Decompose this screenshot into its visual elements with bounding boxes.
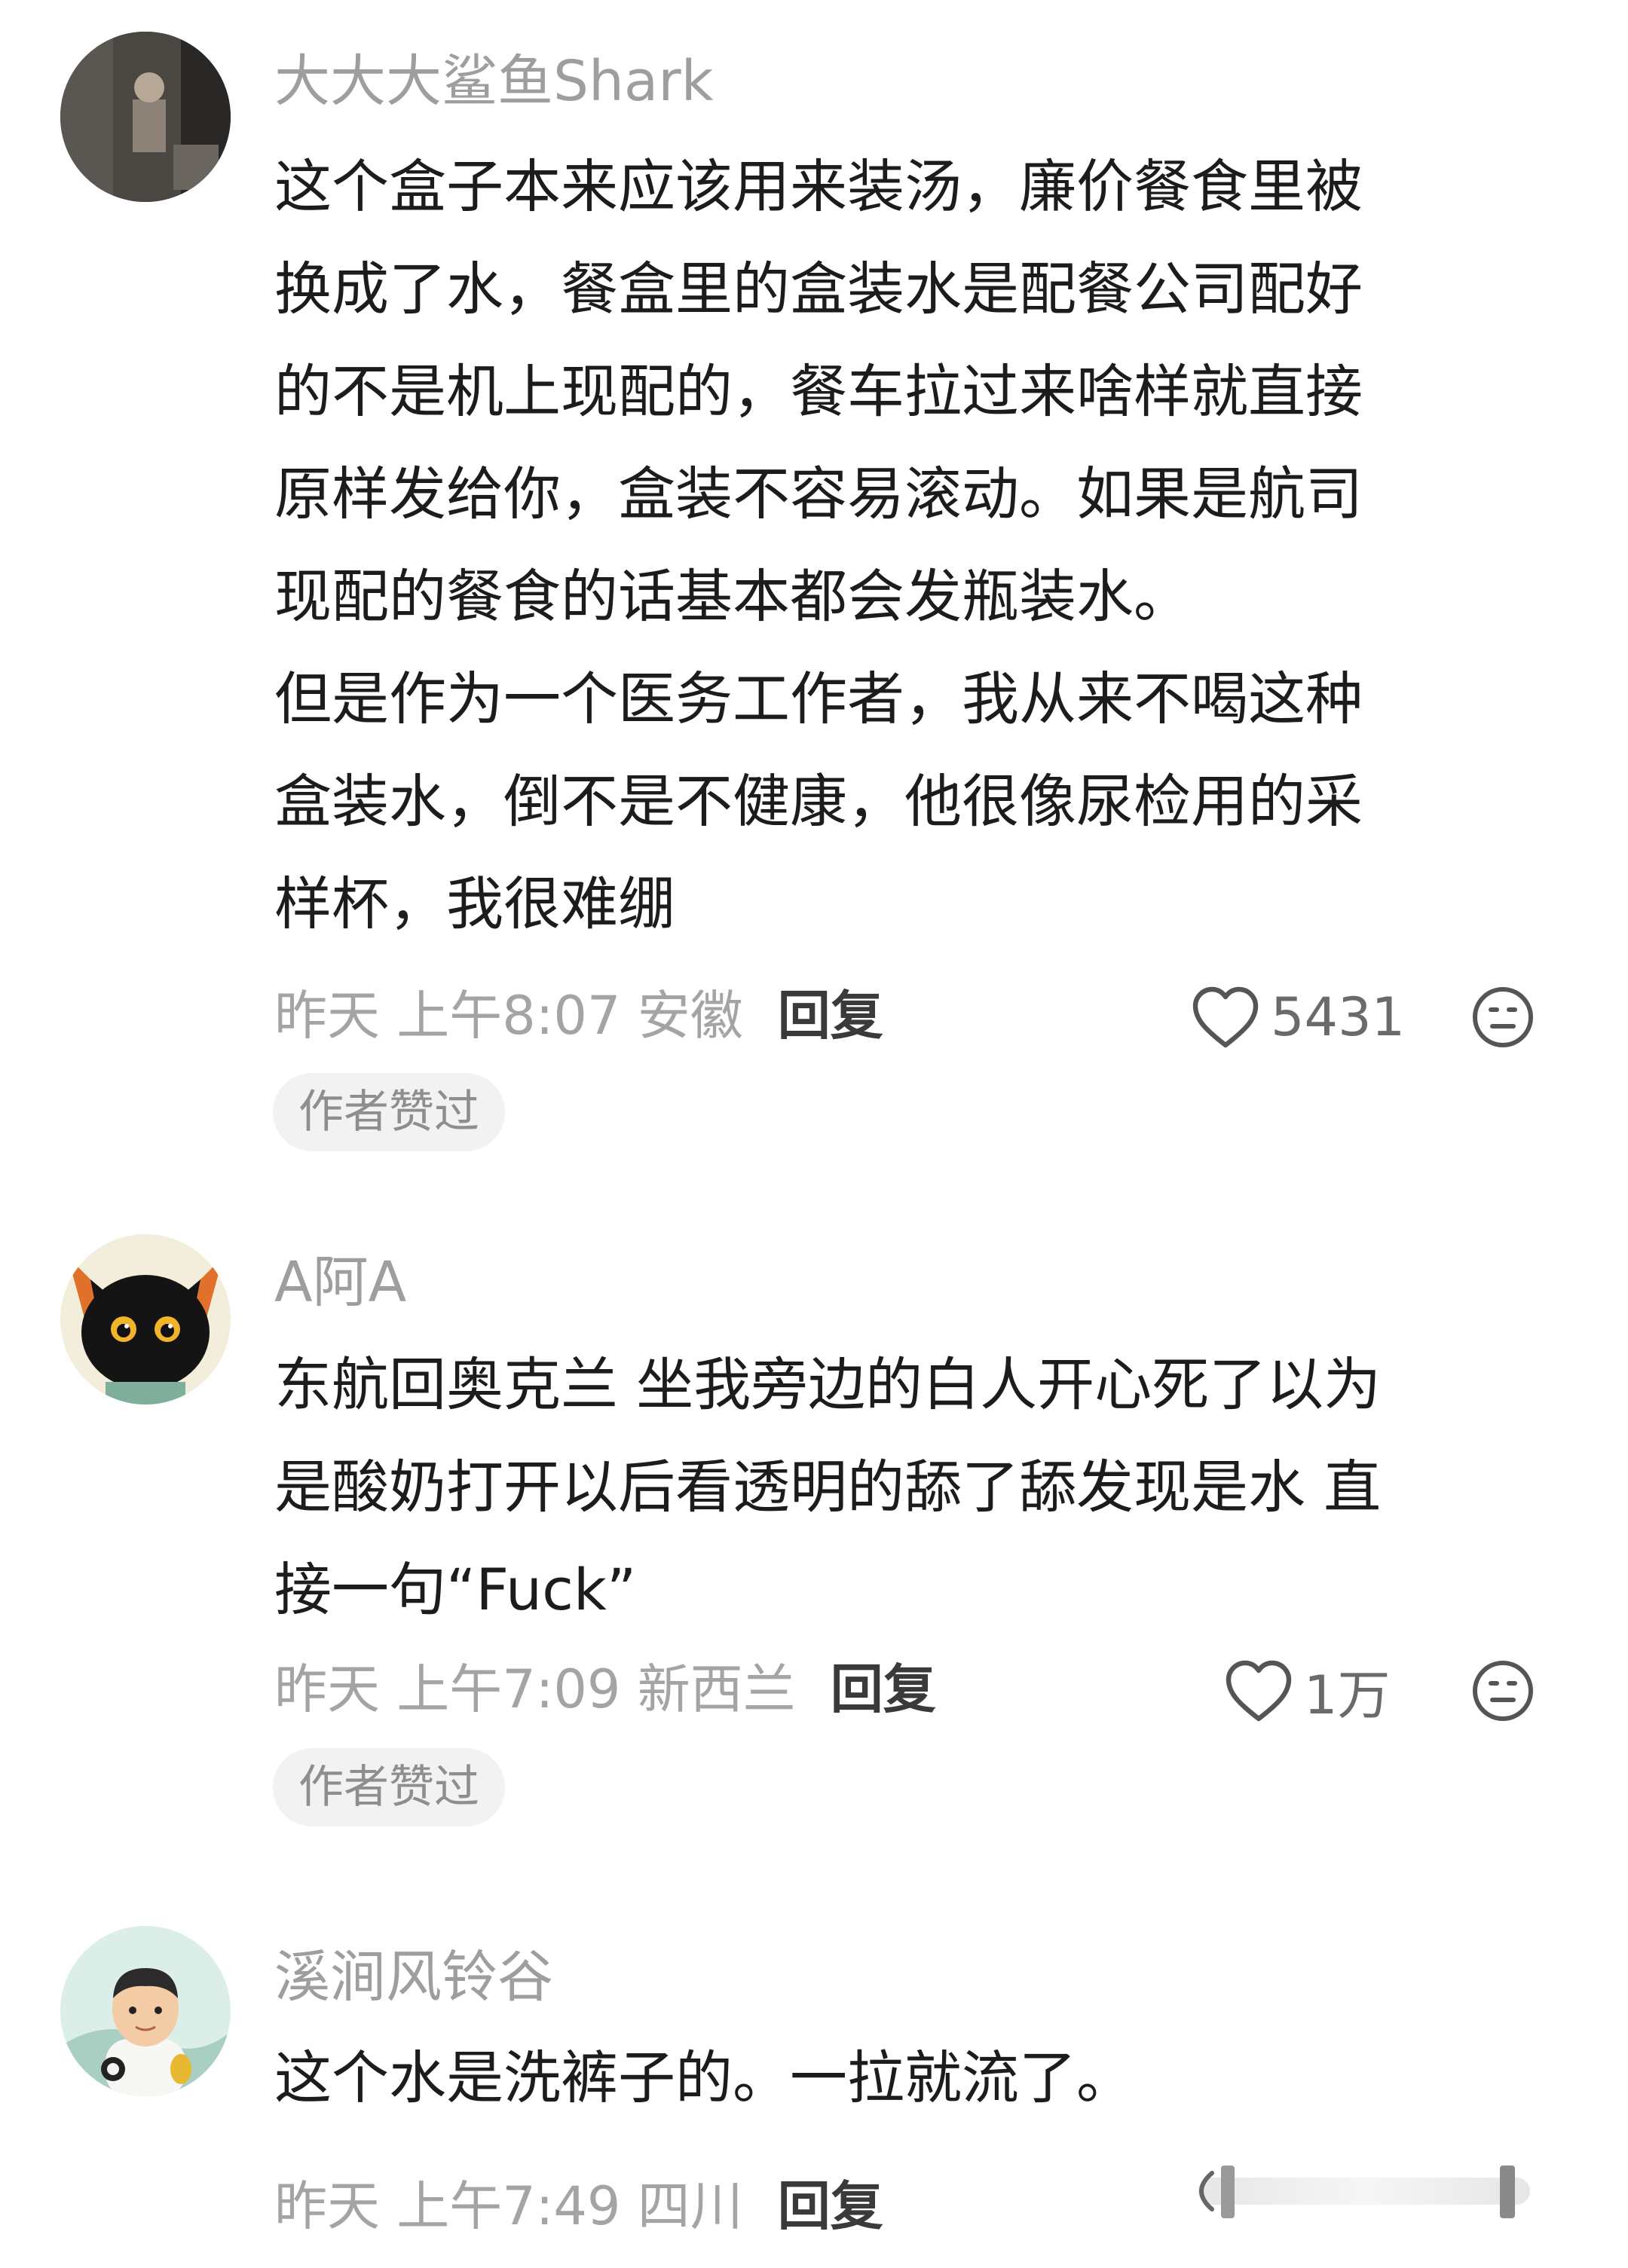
- comment-line: 这个盒子本来应该用来装汤，廉价餐食里被: [274, 153, 1363, 220]
- avatar[interactable]: [60, 32, 231, 202]
- author-liked-badge: 作者赞过: [273, 1748, 505, 1826]
- avatar-photo: [60, 32, 231, 202]
- neutral-face-icon[interactable]: [1471, 986, 1535, 1049]
- comment-line: 现配的餐食的话基本都会发瓶装水。: [274, 563, 1191, 630]
- reply-button[interactable]: 回复: [778, 985, 883, 1047]
- comment-line: 样杯，我很难绷: [274, 870, 675, 937]
- like-count: 1万: [1304, 1664, 1391, 1726]
- neutral-face-icon[interactable]: [1471, 1659, 1535, 1722]
- comment-line: 这个水是洗裤子的。一拉就流了。: [274, 2044, 1134, 2111]
- timestamp-location: 昨天 上午7:09 新西兰: [274, 1658, 796, 1720]
- reply-button[interactable]: 回复: [778, 2175, 883, 2237]
- loading-placeholder-bar: [1198, 2166, 1530, 2218]
- avatar[interactable]: [60, 1926, 231, 2096]
- username[interactable]: 大大大鲨鱼Shark: [274, 44, 714, 119]
- comment-line: 但是作为一个医务工作者，我从来不喝这种: [274, 665, 1363, 732]
- comment-line: 接一句“Fuck”: [274, 1556, 637, 1623]
- reply-button[interactable]: 回复: [831, 1658, 936, 1720]
- username[interactable]: A阿A: [274, 1245, 406, 1320]
- like-count: 5431: [1271, 986, 1406, 1048]
- comment-text: 这个盒子本来应该用来装汤，廉价餐食里被 换成了水，餐盒里的盒装水是配餐公司配好 …: [274, 136, 1571, 955]
- comment-item: A阿A 东航回奥克兰 坐我旁边的白人开心死了以为 是酸奶打开以后看透明的舔了舔发…: [0, 1191, 1628, 1884]
- comment-line: 是酸奶打开以后看透明的舔了舔发现是水 直: [274, 1453, 1382, 1521]
- comment-text: 这个水是洗裤子的。一拉就流了。: [274, 2027, 1571, 2129]
- author-liked-badge: 作者赞过: [273, 1073, 505, 1151]
- like-button[interactable]: 1万: [1224, 1653, 1391, 1729]
- avatar-cartoon-man: [60, 1926, 231, 2096]
- comment-text: 东航回奥克兰 坐我旁边的白人开心死了以为 是酸奶打开以后看透明的舔了舔发现是水 …: [274, 1334, 1571, 1641]
- timestamp-location: 昨天 上午7:49 四川: [274, 2175, 743, 2237]
- avatar[interactable]: [60, 1234, 231, 1405]
- comment-line: 东航回奥克兰 坐我旁边的白人开心死了以为: [274, 1351, 1382, 1418]
- comment-meta: 昨天 上午7:09 新西兰 回复: [274, 1652, 936, 1727]
- comment-line: 原样发给你，盒装不容易滚动。如果是航司: [274, 460, 1363, 527]
- heart-outline-icon: [1192, 986, 1259, 1048]
- comment-meta: 昨天 上午7:49 四川 回复: [274, 2169, 883, 2244]
- like-button[interactable]: 5431: [1191, 980, 1405, 1055]
- heart-outline-icon: [1226, 1660, 1292, 1722]
- comment-item: 大大大鲨鱼Shark 这个盒子本来应该用来装汤，廉价餐食里被 换成了水，餐盒里的…: [0, 0, 1628, 1191]
- comment-line: 换成了水，餐盒里的盒装水是配餐公司配好: [274, 255, 1363, 322]
- comment-line: 盒装水，倒不是不健康，他很像尿检用的采: [274, 768, 1363, 835]
- username[interactable]: 溪涧风铃谷: [274, 1939, 553, 2015]
- comment-meta: 昨天 上午8:07 安徽 回复: [274, 978, 883, 1053]
- comment-line: 的不是机上现配的，餐车拉过来啥样就直接: [274, 358, 1363, 425]
- avatar-black-cat: [60, 1234, 231, 1405]
- timestamp-location: 昨天 上午8:07 安徽: [274, 985, 743, 1047]
